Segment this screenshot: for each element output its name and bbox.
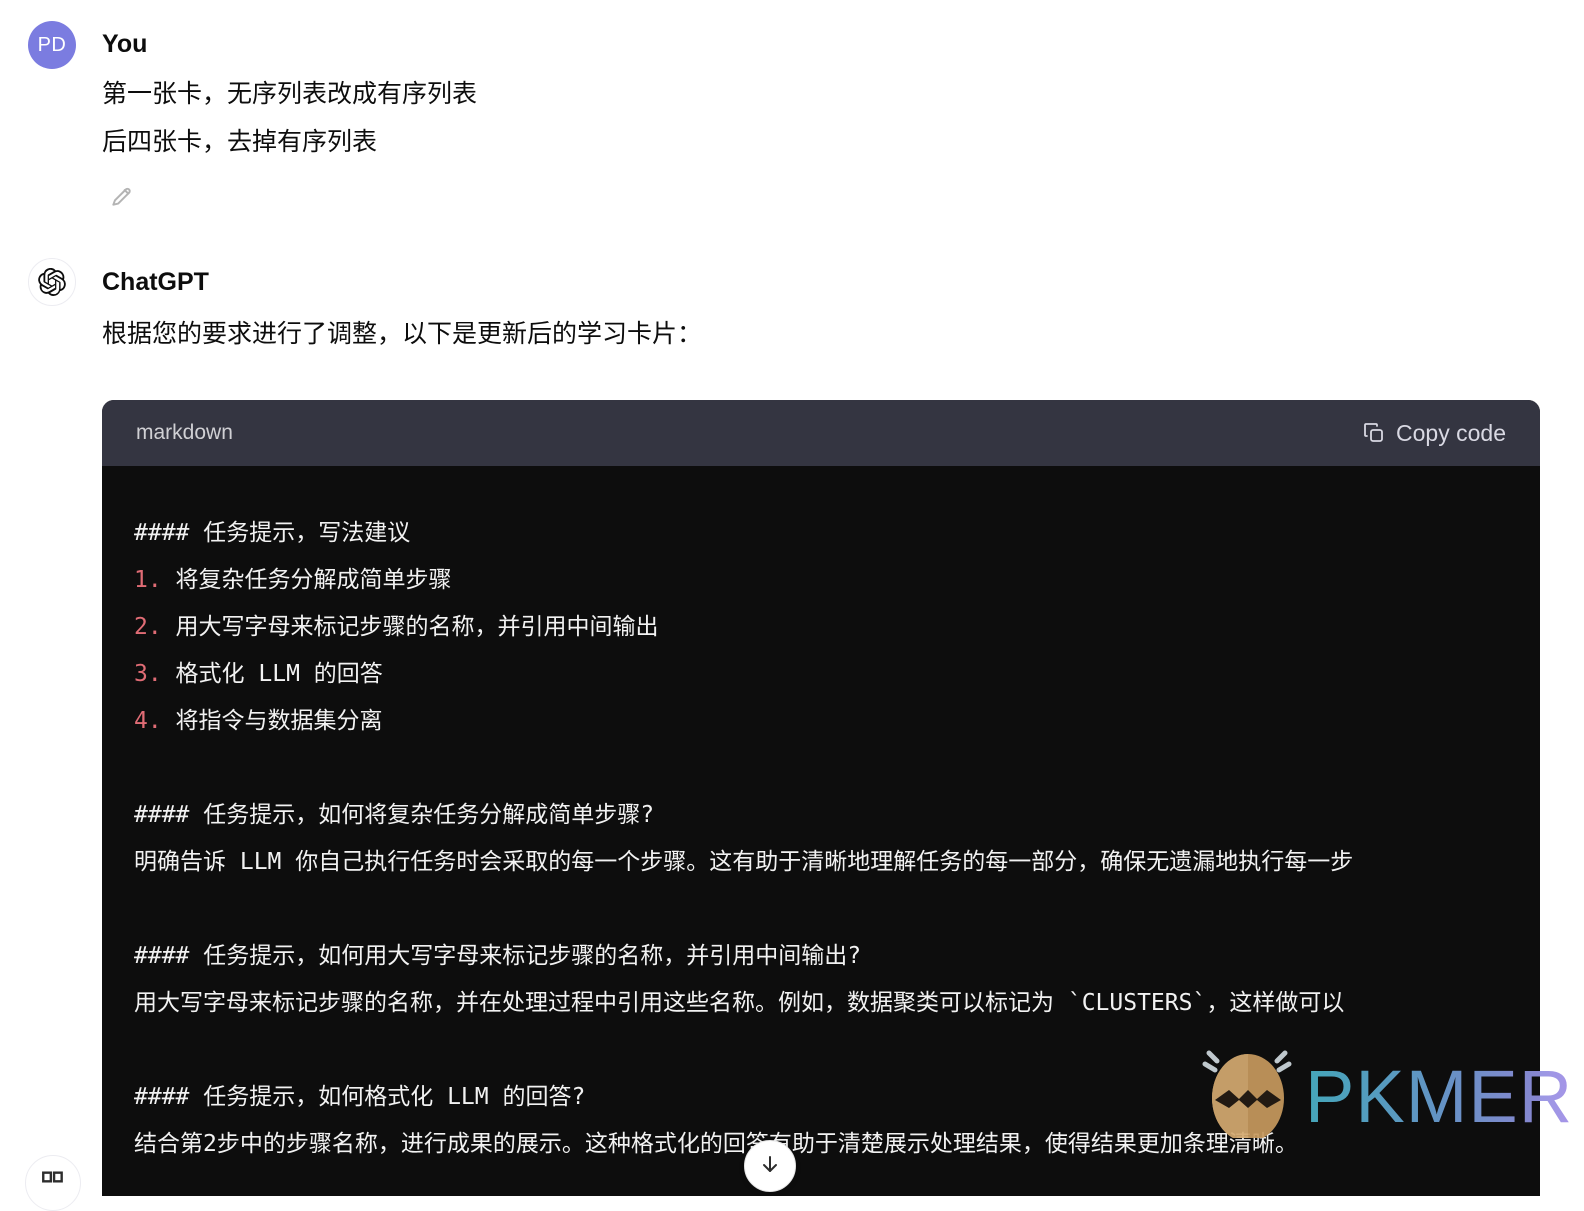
code-block: markdown Copy code #### 任务提示，写法建议 1. 将复杂任… xyxy=(102,400,1540,1196)
scroll-to-bottom-button[interactable] xyxy=(744,1140,796,1192)
assistant-intro-text: 根据您的要求进行了调整，以下是更新后的学习卡片： xyxy=(102,320,703,348)
avatar-initials: PD xyxy=(37,33,67,56)
assistant-author-name: ChatGPT xyxy=(102,268,209,296)
code-content: #### 任务提示，写法建议 1. 将复杂任务分解成简单步骤 2. 用大写字母来标记… xyxy=(102,510,1540,1168)
code-list-item: 4. 将指令与数据集分离 xyxy=(134,698,1540,745)
avatar xyxy=(28,258,76,306)
code-language-label: markdown xyxy=(136,421,233,444)
code-text-line: #### 任务提示，如何格式化 LLM 的回答? xyxy=(134,1084,586,1110)
code-text-line: 结合第2步中的步骤名称，进行成果的展示。这种格式化的回答有助于清楚展示处理结果，… xyxy=(134,1131,1298,1157)
copy-icon xyxy=(1362,421,1386,445)
code-list-item: 1. 将复杂任务分解成简单步骤 xyxy=(134,557,1540,604)
code-text-line: #### 任务提示，如何将复杂任务分解成简单步骤? xyxy=(134,802,655,828)
list-marker: 1. xyxy=(134,567,162,593)
list-item-text: 将指令与数据集分离 xyxy=(161,708,383,734)
user-message-line: 第一张卡，无序列表改成有序列表 xyxy=(102,80,478,108)
list-item-text: 将复杂任务分解成简单步骤 xyxy=(161,567,452,593)
code-text-line: 明确告诉 LLM 你自己执行任务时会采取的每一个步骤。这有助于清晰地理解任务的每… xyxy=(134,849,1354,875)
sidebar-toggle-button[interactable] xyxy=(25,1155,81,1211)
code-text-line: 用大写字母来标记步骤的名称，并在处理过程中引用这些名称。例如，数据聚类可以标记为… xyxy=(134,990,1345,1016)
list-item-text: 格式化 LLM 的回答 xyxy=(161,661,383,687)
user-message-line: 后四张卡，去掉有序列表 xyxy=(102,128,378,156)
list-marker: 3. xyxy=(134,661,162,687)
two-squares-icon xyxy=(40,1164,66,1195)
list-marker: 4. xyxy=(134,708,162,734)
code-list-item: 3. 格式化 LLM 的回答 xyxy=(134,651,1540,698)
code-text-line: #### 任务提示，写法建议 xyxy=(134,520,411,546)
list-marker: 2. xyxy=(134,614,162,640)
code-text-line: #### 任务提示，如何用大写字母来标记步骤的名称，并引用中间输出? xyxy=(134,943,862,969)
code-block-body[interactable]: #### 任务提示，写法建议 1. 将复杂任务分解成简单步骤 2. 用大写字母来标记… xyxy=(102,466,1540,1196)
openai-logo-icon xyxy=(38,268,66,296)
edit-message-button[interactable] xyxy=(102,178,142,218)
user-author-name: You xyxy=(102,30,148,58)
copy-code-label: Copy code xyxy=(1396,419,1506,446)
copy-code-button[interactable]: Copy code xyxy=(1362,420,1506,447)
avatar: PD xyxy=(28,21,76,69)
user-message-body: 第一张卡，无序列表改成有序列表 后四张卡，去掉有序列表 xyxy=(102,70,477,166)
arrow-down-icon xyxy=(758,1152,782,1181)
list-item-text: 用大写字母来标记步骤的名称，并引用中间输出 xyxy=(161,614,659,640)
code-list-item: 2. 用大写字母来标记步骤的名称，并引用中间输出 xyxy=(134,604,1540,651)
pencil-icon xyxy=(109,183,135,214)
code-block-header: markdown Copy code xyxy=(102,400,1540,466)
